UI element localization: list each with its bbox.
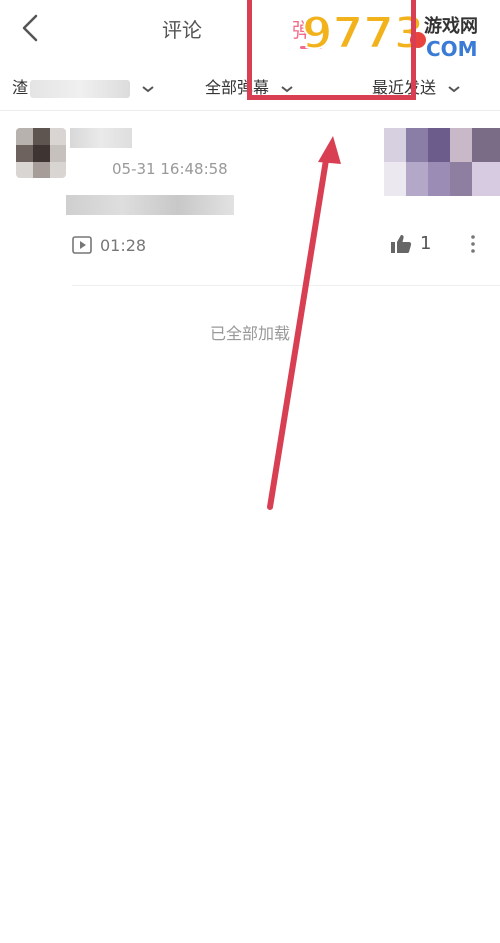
user-filter-dropdown[interactable]: 渣	[12, 74, 155, 98]
danmaku-timestamp: 05-31 16:48:58	[112, 160, 228, 178]
blurred-username	[30, 79, 131, 98]
user-filter-label: 渣	[12, 78, 29, 97]
video-position[interactable]: 01:28	[72, 234, 146, 256]
blurred-commenter-name	[70, 128, 132, 148]
load-status: 已全部加载	[209, 324, 290, 343]
item-divider	[72, 285, 500, 286]
blurred-danmaku-content	[66, 195, 234, 215]
chevron-left-icon[interactable]	[16, 10, 46, 46]
tab-comments[interactable]: 评论	[162, 14, 202, 43]
watermark-suffix: COM	[426, 37, 478, 61]
avatar[interactable]	[16, 128, 66, 178]
play-icon	[72, 236, 92, 254]
filter-divider	[0, 110, 500, 111]
thumbs-up-icon	[391, 234, 412, 253]
like-count: 1	[420, 233, 432, 254]
video-timecode: 01:28	[100, 235, 147, 255]
like-button[interactable]: 1	[390, 233, 431, 254]
video-thumbnail[interactable]	[384, 128, 500, 196]
chevron-down-icon	[142, 85, 154, 92]
watermark-subtext: 游戏网	[424, 15, 478, 37]
annotation-highlight-box	[247, 0, 416, 100]
chevron-down-icon	[448, 85, 460, 92]
more-vertical-icon[interactable]	[466, 232, 480, 256]
